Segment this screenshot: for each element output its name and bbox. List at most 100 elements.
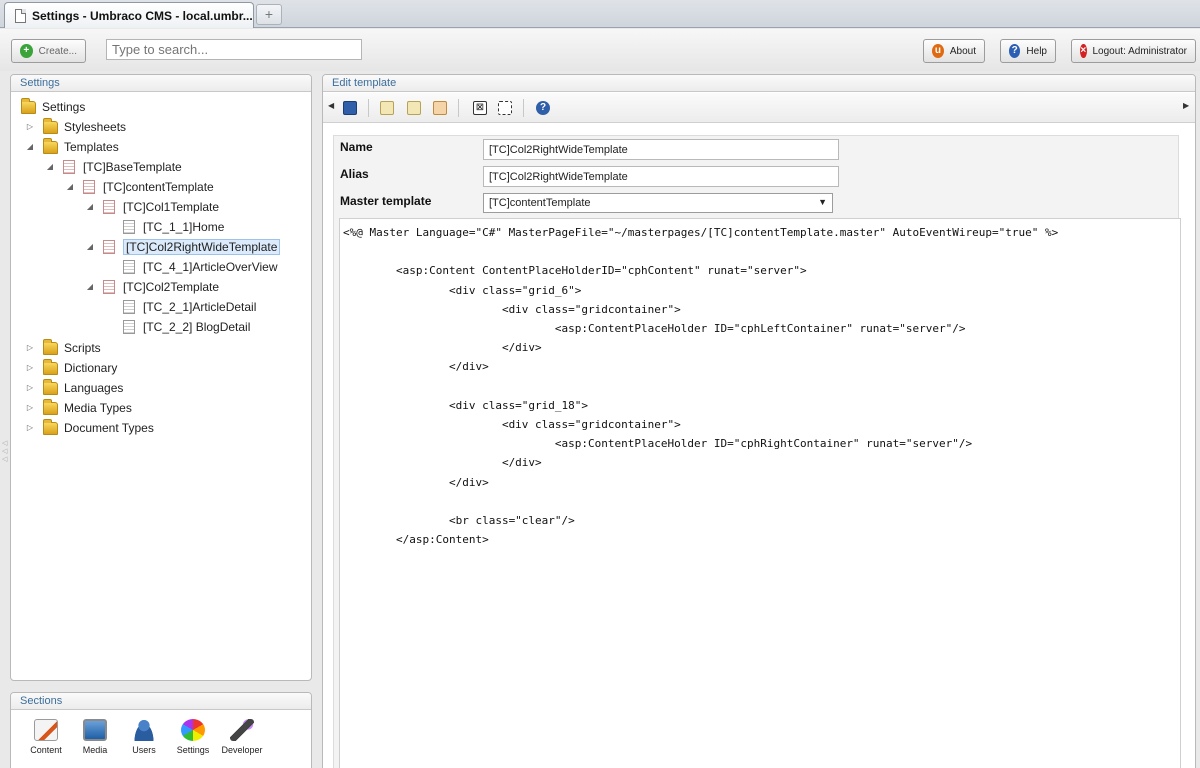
browser-tab-title: Settings - Umbraco CMS - local.umbr...: [32, 8, 253, 23]
section-developer[interactable]: Developer: [219, 719, 265, 755]
insert-content-area-icon[interactable]: [433, 101, 447, 115]
expand-arrow-icon[interactable]: ▷: [25, 423, 35, 433]
editor-toolbar: ◀ ⊠ ? ▶: [323, 93, 1195, 123]
document-icon: [123, 320, 135, 334]
toolbar-separator: [458, 99, 459, 117]
folder-icon: [43, 137, 58, 154]
expand-arrow-icon[interactable]: ▷: [25, 363, 35, 373]
logout-button[interactable]: × Logout: Administrator: [1071, 39, 1196, 63]
folder-icon: [43, 378, 58, 395]
folder-icon: [43, 117, 58, 134]
tree-node-dictionary[interactable]: ▷ Dictionary: [25, 358, 117, 378]
scroll-left-icon[interactable]: ◀: [328, 101, 334, 110]
tree-node-label: [TC_2_2] BlogDetail: [143, 320, 251, 334]
new-tab-button[interactable]: +: [256, 4, 282, 25]
template-icon: [103, 280, 115, 294]
tree-node-settings[interactable]: Settings: [21, 97, 85, 117]
section-label: Users: [132, 745, 156, 755]
tree-node-col1-template[interactable]: ◢ [TC]Col1Template: [85, 197, 219, 217]
about-button[interactable]: u About: [923, 39, 985, 63]
alias-label: Alias: [340, 167, 369, 181]
tree-node-col2-right-wide-template[interactable]: ◢ [TC]Col2RightWideTemplate: [85, 237, 281, 257]
close-icon: ×: [1080, 44, 1087, 58]
tree-node-label: Languages: [64, 381, 124, 395]
tree-node-content-template[interactable]: ◢ [TC]contentTemplate: [65, 177, 214, 197]
tree-node-scripts[interactable]: ▷ Scripts: [25, 338, 101, 358]
tree-node-label: [TC]Col2RightWideTemplate: [123, 239, 281, 255]
expand-arrow-icon[interactable]: ▷: [25, 122, 35, 132]
tree-node-label: Stylesheets: [64, 120, 127, 134]
content-icon: [34, 719, 58, 741]
tree-node-label: Templates: [64, 140, 119, 154]
folder-icon: [43, 398, 58, 415]
master-template-select[interactable]: [TC]contentTemplate ▼: [483, 193, 833, 213]
scroll-right-icon[interactable]: ▶: [1183, 101, 1189, 110]
create-button[interactable]: + Create...: [11, 39, 86, 63]
collapse-arrow-icon[interactable]: ◢: [85, 242, 95, 252]
edit-panel-title: Edit template: [323, 75, 1195, 92]
search-input[interactable]: [106, 39, 362, 60]
help-button-label: Help: [1026, 45, 1047, 57]
collapse-arrow-icon[interactable]: ◢: [85, 202, 95, 212]
collapse-handle[interactable]: ◁ ◁ ◁: [2, 440, 8, 466]
insert-placeholder-icon[interactable]: ⊠: [473, 101, 487, 115]
collapse-arrow-icon[interactable]: ◢: [85, 282, 95, 292]
folder-icon: [43, 358, 58, 375]
browser-tab-strip: Settings - Umbraco CMS - local.umbr... +: [0, 0, 1200, 28]
tree-node-label: Media Types: [64, 401, 132, 415]
tree-node-home[interactable]: [TC_1_1]Home: [123, 217, 224, 237]
section-settings[interactable]: Settings: [170, 719, 216, 755]
tree-node-label: Settings: [42, 100, 86, 114]
tree-node-label: Dictionary: [64, 361, 118, 375]
users-icon: [132, 719, 156, 741]
name-field[interactable]: [483, 139, 839, 160]
section-media[interactable]: Media: [72, 719, 118, 755]
collapse-arrow-icon[interactable]: ◢: [25, 142, 35, 152]
master-template-label: Master template: [340, 194, 432, 208]
document-icon: [123, 220, 135, 234]
tree-node-templates[interactable]: ◢ Templates: [25, 137, 119, 157]
tree-node-document-types[interactable]: ▷ Document Types: [25, 418, 154, 438]
insert-macro-icon[interactable]: [407, 101, 421, 115]
insert-field-icon[interactable]: [380, 101, 394, 115]
help-button[interactable]: ? Help: [1000, 39, 1056, 63]
plus-icon: +: [20, 44, 33, 58]
tree-node-label: [TC]contentTemplate: [103, 180, 214, 194]
section-content[interactable]: Content: [23, 719, 69, 755]
browser-tab[interactable]: Settings - Umbraco CMS - local.umbr...: [4, 2, 254, 28]
help-icon[interactable]: ?: [536, 101, 550, 115]
alias-field[interactable]: [483, 166, 839, 187]
edit-template-panel: Edit template ◀ ⊠ ? ▶ Name Alias Master …: [322, 74, 1196, 768]
folder-icon: [21, 97, 36, 114]
master-template-value: [TC]contentTemplate: [489, 197, 591, 209]
tree-node-stylesheets[interactable]: ▷ Stylesheets: [25, 117, 126, 137]
expand-arrow-icon[interactable]: ▷: [25, 383, 35, 393]
template-icon: [63, 160, 75, 174]
tree-node-languages[interactable]: ▷ Languages: [25, 378, 123, 398]
template-code-editor[interactable]: <%@ Master Language="C#" MasterPageFile=…: [339, 218, 1181, 768]
tree-node-label: [TC]Col1Template: [123, 200, 220, 214]
tree-node-label: Document Types: [64, 421, 154, 435]
collapse-arrow-icon[interactable]: ◢: [45, 162, 55, 172]
tree-node-label: Scripts: [64, 341, 101, 355]
expand-arrow-icon[interactable]: ▷: [25, 403, 35, 413]
insert-content-placeholder-icon[interactable]: [498, 101, 512, 115]
template-form: Name Alias Master template [TC]contentTe…: [333, 135, 1181, 768]
tree-node-base-template[interactable]: ◢ [TC]BaseTemplate: [45, 157, 182, 177]
expand-arrow-icon[interactable]: ▷: [25, 343, 35, 353]
save-icon[interactable]: [343, 101, 357, 115]
tree-node-article-detail[interactable]: [TC_2_1]ArticleDetail: [123, 297, 256, 317]
section-users[interactable]: Users: [121, 719, 167, 755]
toolbar-separator: [523, 99, 524, 117]
tree-node-article-overview[interactable]: [TC_4_1]ArticleOverView: [123, 257, 278, 277]
tree-node-blog-detail[interactable]: [TC_2_2] BlogDetail: [123, 317, 250, 337]
tree-node-col2-template[interactable]: ◢ [TC]Col2Template: [85, 277, 219, 297]
tree-node-label: [TC_2_1]ArticleDetail: [143, 300, 257, 314]
tree-node-label: [TC]Col2Template: [123, 280, 220, 294]
question-icon: ?: [1009, 44, 1021, 58]
collapse-arrow-icon[interactable]: ◢: [65, 182, 75, 192]
section-label: Media: [82, 745, 108, 755]
template-icon: [103, 200, 115, 214]
settings-panel: Settings Settings ▷ Stylesheets ◢ Templa…: [10, 74, 312, 681]
tree-node-media-types[interactable]: ▷ Media Types: [25, 398, 132, 418]
